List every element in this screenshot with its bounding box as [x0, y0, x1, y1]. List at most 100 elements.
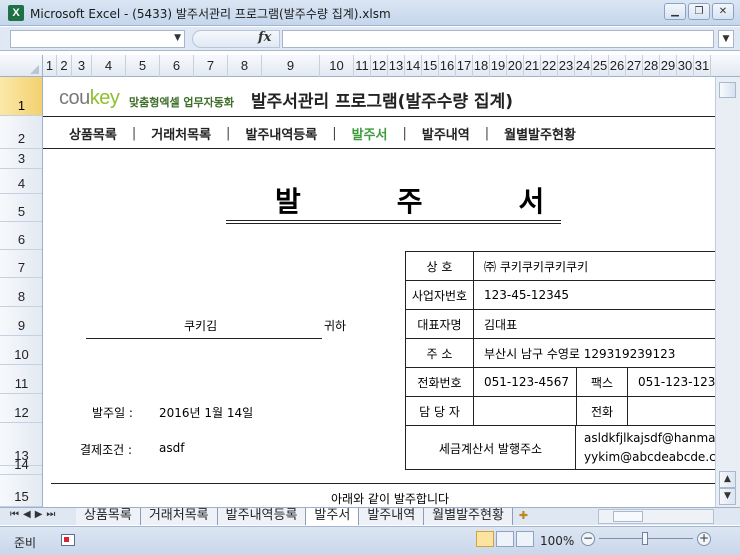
row-header[interactable]: 15: [0, 475, 42, 507]
select-all-button[interactable]: [0, 55, 43, 77]
menu-item-monthly-status[interactable]: 월별발주현황: [504, 124, 576, 143]
fax-value[interactable]: 051-123-1234: [628, 368, 715, 396]
sheet-tab[interactable]: 월별발주현황: [424, 508, 513, 525]
column-header[interactable]: 19: [490, 55, 507, 77]
row-header[interactable]: 6: [0, 222, 42, 250]
row-header[interactable]: 1: [0, 77, 42, 116]
column-header[interactable]: 14: [405, 55, 422, 77]
column-header[interactable]: 25: [592, 55, 609, 77]
row-header[interactable]: 8: [0, 278, 42, 307]
insert-function-icon[interactable]: fx: [258, 30, 271, 45]
horizontal-scrollbar[interactable]: [598, 509, 714, 524]
column-header[interactable]: 10: [320, 55, 354, 77]
normal-view-button[interactable]: [476, 531, 494, 547]
zoom-level[interactable]: 100%: [540, 534, 574, 548]
sheet-tab[interactable]: 발주서: [306, 508, 360, 525]
menu-item-purchase-order[interactable]: 발주서: [352, 124, 388, 143]
column-header[interactable]: 30: [677, 55, 694, 77]
phone-value[interactable]: 051-123-4567: [474, 368, 576, 396]
tel-value[interactable]: [628, 397, 715, 425]
row-header[interactable]: 3: [0, 149, 42, 169]
column-header[interactable]: 23: [558, 55, 575, 77]
sheet-tab[interactable]: 발주내역등록: [217, 508, 307, 525]
scroll-up-button[interactable]: ▲: [719, 471, 736, 488]
menu-item-order-entry[interactable]: 발주내역등록: [245, 124, 317, 143]
column-header[interactable]: 16: [439, 55, 456, 77]
column-header[interactable]: 12: [371, 55, 388, 77]
menu-item-products[interactable]: 상품목록: [69, 124, 117, 143]
row-header[interactable]: 10: [0, 336, 42, 365]
page-layout-view-button[interactable]: [496, 531, 514, 547]
page-break-view-button[interactable]: [516, 531, 534, 547]
column-header[interactable]: 8: [228, 55, 262, 77]
column-header[interactable]: 31: [694, 55, 711, 77]
column-header[interactable]: 13: [388, 55, 405, 77]
excel-app-icon[interactable]: X: [8, 5, 24, 21]
column-header[interactable]: 26: [609, 55, 626, 77]
column-header[interactable]: 6: [160, 55, 194, 77]
column-header[interactable]: 22: [541, 55, 558, 77]
restore-button[interactable]: ❐: [688, 3, 710, 20]
row-header[interactable]: 14: [0, 457, 42, 475]
bizno-value[interactable]: 123-45-12345: [474, 281, 715, 309]
vertical-scroll-thumb[interactable]: [719, 82, 736, 98]
order-date-value[interactable]: 2016년 1월 14일: [159, 404, 253, 421]
sheet-tab[interactable]: 상품목록: [76, 508, 141, 525]
payment-terms-value[interactable]: asdf: [159, 441, 184, 455]
sheet-tabs: 상품목록 거래처목록 발주내역등록 발주서 발주내역 월별발주현황 ✚: [76, 508, 534, 525]
macro-record-icon[interactable]: [61, 534, 75, 546]
column-header[interactable]: 11: [354, 55, 371, 77]
row-header[interactable]: 9: [0, 307, 42, 336]
zoom-in-button[interactable]: +: [697, 532, 711, 546]
horizontal-scroll-thumb[interactable]: [613, 511, 643, 522]
zoom-out-button[interactable]: −: [581, 532, 595, 546]
column-header[interactable]: 18: [473, 55, 490, 77]
recipient-name[interactable]: 쿠키김: [184, 317, 217, 334]
menu-item-order-history[interactable]: 발주내역: [422, 124, 470, 143]
column-header[interactable]: 3: [72, 55, 92, 77]
last-sheet-icon[interactable]: ⏭: [46, 509, 55, 520]
formula-input[interactable]: [282, 30, 714, 48]
close-button[interactable]: ✕: [712, 3, 734, 20]
vertical-scrollbar[interactable]: ▲ ▼: [715, 77, 740, 507]
insert-sheet-icon[interactable]: ✚: [513, 508, 534, 525]
menu-item-clients[interactable]: 거래처목록: [151, 124, 211, 143]
column-header[interactable]: 7: [194, 55, 228, 77]
row-header[interactable]: 2: [0, 116, 42, 149]
prev-sheet-icon[interactable]: ◀: [23, 509, 31, 520]
name-box[interactable]: ▼: [10, 30, 185, 48]
row-header[interactable]: 11: [0, 365, 42, 394]
row-header[interactable]: 4: [0, 169, 42, 194]
column-header[interactable]: 29: [660, 55, 677, 77]
sheet-tab[interactable]: 발주내역: [359, 508, 425, 525]
zoom-slider-thumb[interactable]: [642, 532, 648, 545]
column-header[interactable]: 21: [524, 55, 541, 77]
chevron-down-icon[interactable]: ▼: [174, 33, 181, 43]
column-header[interactable]: 28: [643, 55, 660, 77]
next-sheet-icon[interactable]: ▶: [35, 509, 43, 520]
row-header[interactable]: 7: [0, 250, 42, 278]
expand-formula-bar-button[interactable]: ▼: [718, 30, 734, 48]
column-header[interactable]: 2: [57, 55, 72, 77]
address-value[interactable]: 부산시 남구 수영로 129319239123: [474, 339, 715, 367]
column-header[interactable]: 20: [507, 55, 524, 77]
column-header[interactable]: 9: [262, 55, 320, 77]
ceo-value[interactable]: 김대표: [474, 310, 715, 338]
column-header[interactable]: 24: [575, 55, 592, 77]
row-header[interactable]: 12: [0, 394, 42, 423]
company-value[interactable]: ㈜ 쿠키쿠키쿠키쿠키: [474, 252, 715, 280]
manager-value[interactable]: [474, 397, 576, 425]
column-header[interactable]: 17: [456, 55, 473, 77]
column-header[interactable]: 5: [126, 55, 160, 77]
scroll-down-button[interactable]: ▼: [719, 488, 736, 505]
sheet-tab[interactable]: 거래처목록: [140, 508, 218, 525]
column-header[interactable]: 15: [422, 55, 439, 77]
worksheet-grid[interactable]: coukey 맞춤형엑셀 업무자동화 발주서관리 프로그램(발주수량 집계) 상…: [43, 77, 715, 507]
minimize-button[interactable]: ▁: [664, 3, 686, 20]
invoice-address-value[interactable]: asldkfjlkajsdf@hanmail.net yykim@abcdeab…: [576, 426, 715, 470]
column-header[interactable]: 1: [43, 55, 57, 77]
column-header[interactable]: 4: [92, 55, 126, 77]
first-sheet-icon[interactable]: ⏮: [10, 509, 19, 520]
column-header[interactable]: 27: [626, 55, 643, 77]
row-header[interactable]: 5: [0, 194, 42, 222]
